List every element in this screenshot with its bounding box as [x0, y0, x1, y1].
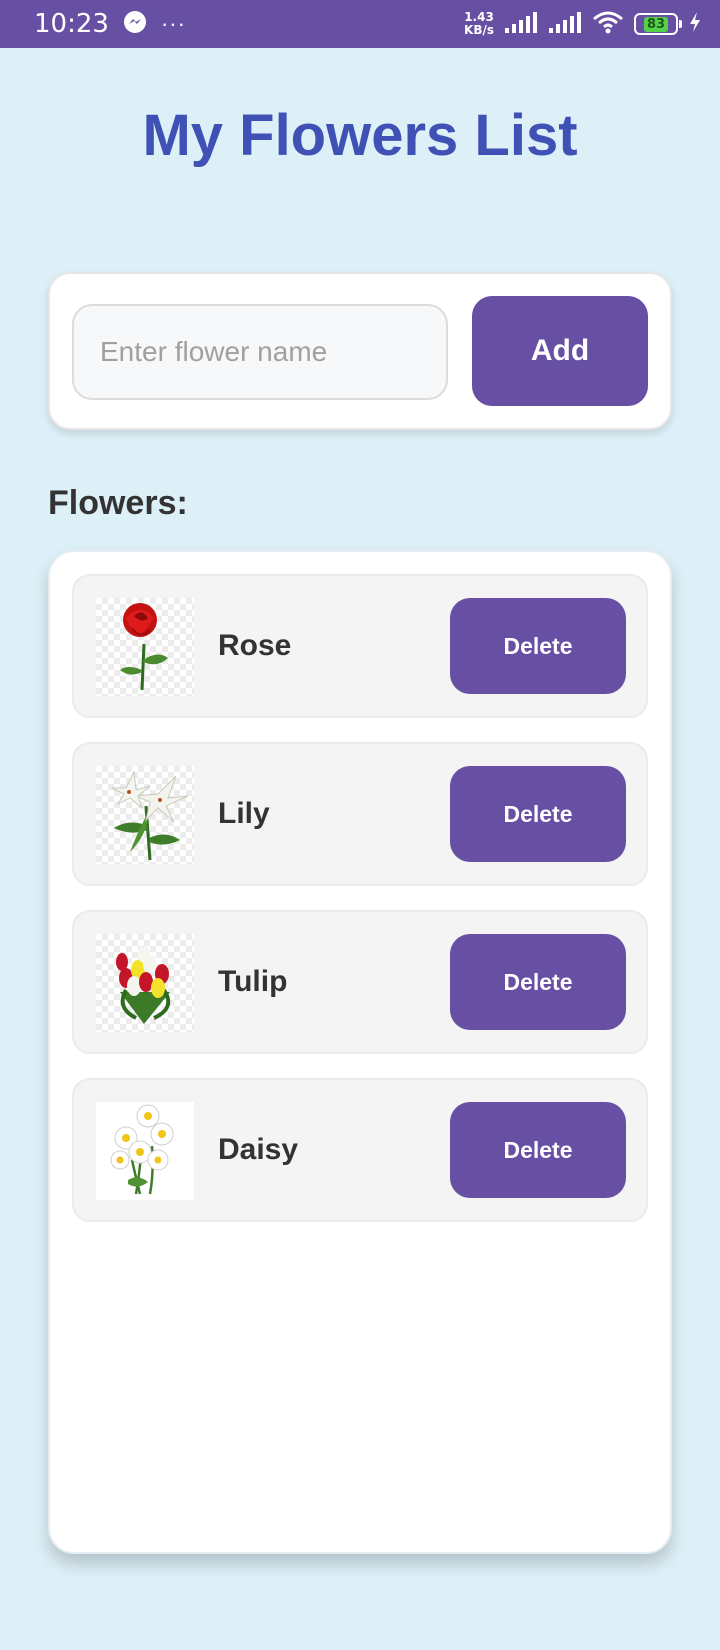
flower-name-input[interactable] [72, 304, 448, 400]
flower-name: Daisy [218, 1133, 299, 1166]
page-title: My Flowers List [142, 103, 578, 168]
lily-image [96, 766, 194, 864]
list-item: Lily Delete [72, 742, 648, 886]
status-bar: 10:23 ··· 1.43 KB/s 83 [0, 0, 720, 48]
charging-icon [688, 11, 702, 38]
add-flower-card: Add [48, 272, 672, 430]
list-item: Tulip Delete [72, 910, 648, 1054]
status-left: 10:23 ··· [34, 9, 186, 39]
messenger-icon [123, 10, 147, 39]
delete-button[interactable]: Delete [450, 766, 626, 862]
delete-button[interactable]: Delete [450, 934, 626, 1030]
daisy-image [96, 1102, 194, 1200]
delete-button[interactable]: Delete [450, 598, 626, 694]
signal-icon [548, 10, 582, 39]
tulip-image [96, 934, 194, 1032]
flower-name: Lily [218, 797, 270, 830]
flowers-heading: Flowers: [48, 484, 188, 522]
status-right: 1.43 KB/s 83 [464, 10, 702, 39]
more-notifications-icon: ··· [160, 11, 186, 36]
battery-icon: 83 [634, 13, 682, 35]
flower-name: Rose [218, 629, 292, 662]
network-speed-unit: KB/s [464, 23, 494, 37]
list-item: Daisy Delete [72, 1078, 648, 1222]
signal-icon [504, 10, 538, 39]
battery-level: 83 [643, 16, 669, 32]
list-item: Rose Delete [72, 574, 648, 718]
flower-list: Rose Delete Lily Delete Tulip Delete Dai… [48, 550, 672, 1554]
add-button[interactable]: Add [472, 296, 648, 406]
flower-name: Tulip [218, 965, 288, 998]
status-time: 10:23 [34, 9, 109, 39]
network-speed: 1.43 KB/s [464, 11, 494, 37]
delete-button[interactable]: Delete [450, 1102, 626, 1198]
rose-image [96, 598, 194, 696]
wifi-icon [592, 10, 624, 39]
